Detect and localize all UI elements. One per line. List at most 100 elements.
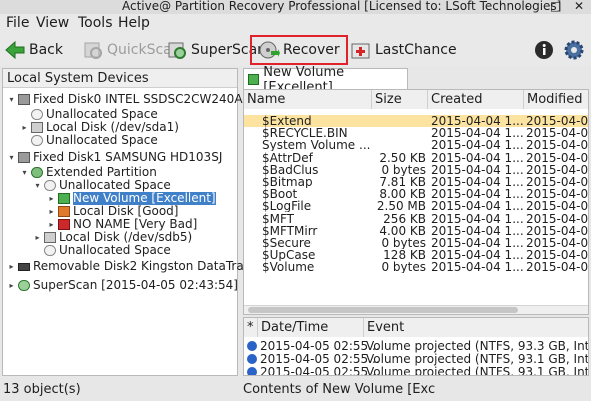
table-row[interactable]: $AttrDef 2.50 KB 2015-04-04 1...2015-04-04 (244, 152, 588, 164)
volume-good-icon (58, 193, 70, 204)
column-header-created[interactable]: Created (428, 90, 524, 109)
title-bar: Active@ Partition Recovery Professional … (0, 0, 591, 14)
back-label: Back (29, 42, 63, 58)
column-header-event[interactable]: Event (364, 318, 588, 337)
cell-modified: 2015-04-04 (526, 200, 588, 213)
expand-icon[interactable]: ▸ (47, 218, 56, 231)
partition-icon (44, 232, 56, 243)
back-button[interactable]: Back (4, 37, 63, 63)
table-row[interactable]: $Bitmap 7.81 KB 2015-04-04 1...2015-04-04 (244, 176, 588, 188)
table-row[interactable]: System Volume ... 2015-04-04 1... 2015-04-… (244, 139, 588, 151)
column-header-size[interactable]: Size (372, 90, 428, 109)
expand-icon[interactable]: ▸ (20, 121, 29, 134)
cell-modified: 2015-04-04 (526, 249, 588, 262)
status-bar: 13 object(s) Contents of New Volume [Exc (0, 380, 591, 401)
cell-name: $MFT (262, 212, 295, 225)
cell-created: 2015-04-04 1... (431, 200, 523, 213)
cell-modified: 2015-04-04 (526, 188, 588, 201)
cell-modified: 2015-04-04 (526, 127, 588, 140)
hard-disk-icon (18, 152, 30, 163)
cell-created: 2015-04-04 1... (431, 139, 523, 152)
cell-created: 2015-04-04 1... (431, 224, 523, 237)
unallocated-icon (44, 180, 56, 191)
table-row[interactable]: $Secure 0 bytes 2015-04-04 1...2015-04-04 (244, 237, 588, 249)
maximize-button[interactable]: □ (550, 0, 561, 13)
cell-modified: 2015-04-04 (526, 163, 588, 176)
table-row[interactable]: $MFT 256 KB 2015-04-04 1...2015-04-04 (244, 213, 588, 225)
partition-icon (31, 122, 43, 133)
table-row[interactable]: $BadClus 0 bytes 2015-04-04 1...2015-04-04 (244, 164, 588, 176)
collapse-icon[interactable]: ▾ (20, 166, 29, 179)
volume-bad-icon (58, 219, 70, 230)
log-row[interactable]: 2015-04-05 02:55... Volume projected (NTF… (244, 365, 588, 376)
log-panel: * Date/Time Event 2015-04-05 02:55... Vol… (243, 317, 589, 376)
cell-name: $LogFile (262, 200, 312, 213)
cell-modified: 2015-04-04 (526, 115, 588, 127)
expand-icon[interactable]: ▸ (33, 231, 42, 244)
menu-tools[interactable]: Tools (78, 15, 113, 31)
table-row[interactable]: $RECYCLE.BIN 2015-04-04 1...2015-04-04 (244, 127, 588, 139)
expand-icon[interactable]: ▸ (7, 279, 16, 292)
column-header-flag[interactable]: * (244, 318, 258, 337)
horizontal-scrollbar[interactable] (244, 305, 588, 314)
expand-icon[interactable]: ▸ (7, 260, 16, 273)
table-row[interactable]: $UpCase 128 KB 2015-04-04 1...2015-04-04 (244, 249, 588, 261)
cell-name: System Volume ... (262, 139, 371, 152)
cell-size: 256 KB (383, 212, 426, 225)
table-row[interactable]: $Boot 8.00 KB 2015-04-04 1...2015-04-04 (244, 188, 588, 200)
table-row[interactable]: $Volume 0 bytes 2015-04-04 1...2015-04-04 (244, 261, 588, 273)
cell-datetime: 2015-04-05 02:55... (260, 365, 380, 376)
recover-label: Recover (283, 42, 340, 58)
recover-button[interactable]: Recover (250, 35, 348, 65)
collapse-icon[interactable]: ▾ (7, 93, 16, 106)
back-arrow-icon (4, 39, 26, 61)
cell-modified: 2015-04-04 (526, 212, 588, 225)
cell-name: $Extend (262, 115, 312, 127)
cell-size: 2.50 KB (379, 151, 426, 164)
cell-modified: 2015-04-04 (526, 237, 588, 249)
column-header-name[interactable]: Name (244, 90, 372, 109)
tree-item-disk1[interactable]: ▾ Fixed Disk1 SAMSUNG HD103SJ (7, 151, 222, 164)
tab-new-volume[interactable]: New Volume [Excellent] (243, 65, 408, 95)
menu-file[interactable]: File (6, 15, 29, 31)
settings-button[interactable] (563, 37, 588, 63)
column-header-modified[interactable]: Modified (524, 90, 588, 109)
collapse-icon[interactable]: ▾ (7, 151, 16, 164)
scrollbar-thumb[interactable] (248, 307, 518, 313)
tree-item-superscan[interactable]: ▸ SuperScan [2015-04-05 02:43:54] (7, 279, 237, 292)
tree-item-unallocated[interactable]: Unallocated Space (33, 244, 171, 257)
tree-item-disk0[interactable]: ▾ Fixed Disk0 INTEL SSDSC2CW240A3 (7, 93, 250, 106)
cell-modified: 2015-04-04 (526, 176, 588, 188)
table-row[interactable]: $LogFile 2.50 MB 2015-04-04 1...2015-04-04 (244, 200, 588, 212)
window-title: Active@ Partition Recovery Professional … (122, 0, 562, 13)
table-row[interactable]: $MFTMirr 4.00 KB 2015-04-04 1...2015-04-04 (244, 225, 588, 237)
menu-help[interactable]: Help (118, 15, 150, 31)
cell-created: 2015-04-04 1... (431, 237, 523, 249)
menu-view[interactable]: View (36, 15, 69, 31)
cell-modified: 2015-04-04 (526, 139, 588, 152)
extended-partition-icon (31, 167, 43, 178)
collapse-icon[interactable]: ▾ (33, 179, 42, 192)
cell-created: 2015-04-04 1... (431, 176, 523, 188)
cell-size: 4.00 KB (379, 224, 426, 237)
gear-icon (563, 39, 585, 61)
column-header-datetime[interactable]: Date/Time (258, 318, 364, 337)
cell-name: $Secure (262, 237, 311, 249)
cell-modified: 2015-04-04 (526, 261, 588, 274)
tree-item-unallocated[interactable]: Unallocated Space (20, 134, 158, 147)
info-icon (533, 39, 555, 61)
close-button[interactable]: ✕ (574, 0, 584, 13)
cell-name: $Volume (262, 261, 315, 274)
minimize-button[interactable]: - (525, 0, 529, 13)
cell-size: 0 bytes (381, 163, 426, 176)
cell-size: 2.50 MB (376, 200, 426, 213)
quickscan-icon (82, 39, 104, 61)
unallocated-icon (31, 135, 43, 146)
cell-created: 2015-04-04 1... (431, 115, 523, 127)
table-row[interactable]: $Extend 2015-04-04 1...2015-04-04 (244, 115, 588, 127)
lastchance-button[interactable]: LastChance (350, 37, 457, 63)
expand-icon[interactable]: ▸ (47, 192, 56, 205)
tree-item-removable-disk2[interactable]: ▸ Removable Disk2 Kingston DataTraveler (7, 260, 273, 273)
about-button[interactable] (533, 37, 558, 63)
expand-icon[interactable]: ▸ (47, 205, 56, 218)
